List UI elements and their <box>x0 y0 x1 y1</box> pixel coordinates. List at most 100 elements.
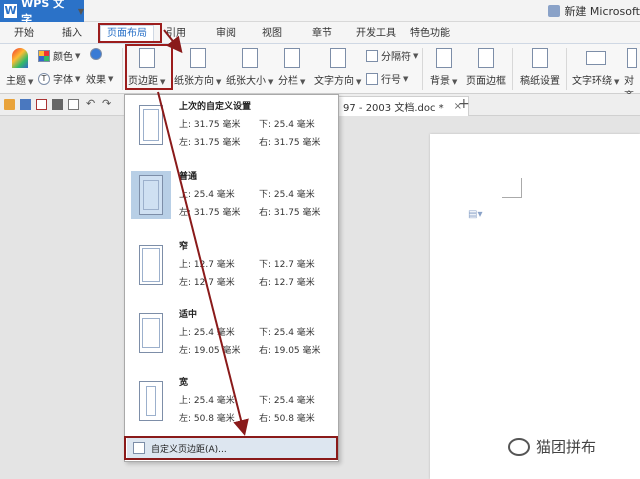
tab-view[interactable]: 视图 <box>262 26 282 42</box>
divider <box>512 48 513 90</box>
wps-logo-icon: W <box>4 4 18 18</box>
margin-left-value: 左: 50.8 毫米 <box>179 414 235 424</box>
text-direction-label: 文字方向 <box>314 76 354 87</box>
tab-references[interactable]: 引用 <box>166 26 186 42</box>
tab-review[interactable]: 审阅 <box>216 26 236 42</box>
margin-top-value: 上: 25.4 毫米 <box>179 396 235 406</box>
divider <box>566 48 567 90</box>
font-button[interactable]: T 字体 ▼ <box>38 71 80 86</box>
margin-left-value: 左: 12.7 毫米 <box>179 278 235 288</box>
page-orientation-icon <box>189 48 206 68</box>
columns-label: 分栏 <box>278 76 298 87</box>
redo-icon[interactable]: ↷ <box>102 98 113 110</box>
wrap-text-button[interactable]: 文字环绕 ▼ <box>572 48 619 87</box>
margin-option-title: 窄 <box>179 242 189 252</box>
save-icon[interactable] <box>20 99 31 110</box>
app-menu-button[interactable]: W WPS 文字 ▼ <box>0 0 84 26</box>
tab-highlight-box <box>98 23 162 43</box>
theme-button[interactable]: 主题 ▼ <box>6 48 33 87</box>
line-numbers-icon <box>366 72 378 85</box>
columns-button[interactable]: 分栏 ▼ <box>278 48 305 87</box>
user-area[interactable]: 新建 Microsoft <box>548 0 640 22</box>
breaks-label: 分隔符 <box>381 52 411 63</box>
margin-option-wide[interactable]: 宽 上: 25.4 毫米 下: 25.4 毫米 左: 50.8 毫米 右: 50… <box>125 371 338 439</box>
rainbow-icon <box>11 48 28 68</box>
document-tab-label: 97 - 2003 文档.doc * <box>343 103 444 114</box>
divider <box>122 48 123 90</box>
margin-top-value: 上: 25.4 毫米 <box>179 190 235 200</box>
print-preview-icon[interactable] <box>68 99 79 110</box>
text-direction-button[interactable]: 文字方向 ▼ <box>314 48 361 87</box>
color-palette-icon <box>38 49 50 62</box>
orientation-button[interactable]: 纸张方向 ▼ <box>174 48 221 87</box>
margin-option-normal[interactable]: 普通 上: 25.4 毫米 下: 25.4 毫米 左: 31.75 毫米 右: … <box>125 165 338 233</box>
margin-option-moderate[interactable]: 适中 上: 25.4 毫米 下: 25.4 毫米 左: 19.05 毫米 右: … <box>125 303 338 371</box>
pdf-icon[interactable] <box>36 99 47 110</box>
chevron-down-icon: ▼ <box>77 6 84 16</box>
margin-right-value: 右: 12.7 毫米 <box>259 278 315 288</box>
color-button[interactable]: 颜色 ▼ <box>38 48 80 63</box>
margin-bottom-value: 下: 25.4 毫米 <box>259 120 315 130</box>
page-margin-dropdown: 上次的自定义设置 上: 31.75 毫米 下: 25.4 毫米 左: 31.75… <box>124 94 339 462</box>
margin-right-value: 右: 19.05 毫米 <box>259 346 321 356</box>
tab-insert[interactable]: 插入 <box>62 26 82 42</box>
page-border-button[interactable]: 页面边框 <box>466 48 506 87</box>
document-page[interactable] <box>430 134 640 479</box>
tab-developer[interactable]: 开发工具 <box>356 26 396 42</box>
line-numbers-label: 行号 <box>381 75 401 86</box>
align-icon <box>627 48 637 68</box>
margin-top-value: 上: 31.75 毫米 <box>179 120 241 130</box>
page-margin-highlight-box <box>125 44 173 90</box>
margin-top-value: 上: 25.4 毫米 <box>179 328 235 338</box>
effect-label: 效果 <box>86 75 106 86</box>
margin-corner-marker <box>502 178 522 198</box>
tab-features[interactable]: 特色功能 <box>410 26 450 42</box>
page-background-icon <box>435 48 452 68</box>
margin-preview-icon <box>131 101 171 149</box>
breaks-button[interactable]: 分隔符 ▼ <box>366 48 418 63</box>
background-label: 背景 <box>430 76 450 87</box>
print-icon[interactable] <box>52 99 63 110</box>
paper-settings-button[interactable]: 稿纸设置 <box>520 48 560 87</box>
tab-start[interactable]: 开始 <box>14 26 34 42</box>
margin-option-title: 上次的自定义设置 <box>179 102 252 112</box>
font-icon: T <box>38 72 50 85</box>
effect-icon-button[interactable] <box>90 48 105 60</box>
custom-margins-highlight-box <box>124 436 338 460</box>
line-numbers-button[interactable]: 行号 ▼ <box>366 71 408 86</box>
grid-paper-icon <box>532 48 548 68</box>
user-label: 新建 Microsoft <box>564 5 640 18</box>
margin-option-title: 适中 <box>179 310 198 320</box>
margin-option-title: 宽 <box>179 378 189 388</box>
effect-button[interactable]: 效果 ▼ <box>86 71 113 87</box>
margin-left-value: 左: 31.75 毫米 <box>179 208 241 218</box>
margin-top-value: 上: 12.7 毫米 <box>179 260 235 270</box>
paste-options-icon[interactable]: ▤▾ <box>468 209 482 220</box>
wechat-logo-icon <box>508 437 530 456</box>
document-tab[interactable]: 97 - 2003 文档.doc * × <box>336 96 470 116</box>
margin-option-narrow[interactable]: 窄 上: 12.7 毫米 下: 12.7 毫米 左: 12.7 毫米 右: 12… <box>125 235 338 303</box>
margin-bottom-value: 下: 25.4 毫米 <box>259 328 315 338</box>
margin-bottom-value: 下: 25.4 毫米 <box>259 396 315 406</box>
tab-sections[interactable]: 章节 <box>312 26 332 42</box>
margin-preview-icon <box>131 377 171 425</box>
open-folder-icon[interactable] <box>4 99 15 110</box>
paper-size-button[interactable]: 纸张大小 ▼ <box>226 48 273 87</box>
wrap-text-icon <box>585 51 606 65</box>
font-label: 字体 <box>53 75 73 86</box>
margin-option-last-custom[interactable]: 上次的自定义设置 上: 31.75 毫米 下: 25.4 毫米 左: 31.75… <box>125 95 338 163</box>
watermark-text: 猫团拼布 <box>536 438 597 456</box>
new-tab-button[interactable]: + <box>458 96 470 112</box>
divider <box>422 48 423 90</box>
page-border-label: 页面边框 <box>466 76 506 87</box>
columns-icon <box>283 48 300 68</box>
text-direction-icon <box>329 48 346 68</box>
undo-icon[interactable]: ↶ <box>86 98 97 110</box>
ribbon: 主题 ▼ 颜色 ▼ T 字体 ▼ 效果 ▼ 页边距 ▼ 纸张方向 ▼ 纸张大小 ▼ 分栏 ▼ 文… <box>0 44 640 102</box>
theme-label: 主题 <box>6 76 26 87</box>
background-button[interactable]: 背景 ▼ <box>430 48 457 87</box>
user-icon <box>548 5 561 17</box>
margin-right-value: 右: 31.75 毫米 <box>259 138 321 148</box>
paper-size-icon <box>241 48 258 68</box>
margin-option-title: 普通 <box>179 172 198 182</box>
